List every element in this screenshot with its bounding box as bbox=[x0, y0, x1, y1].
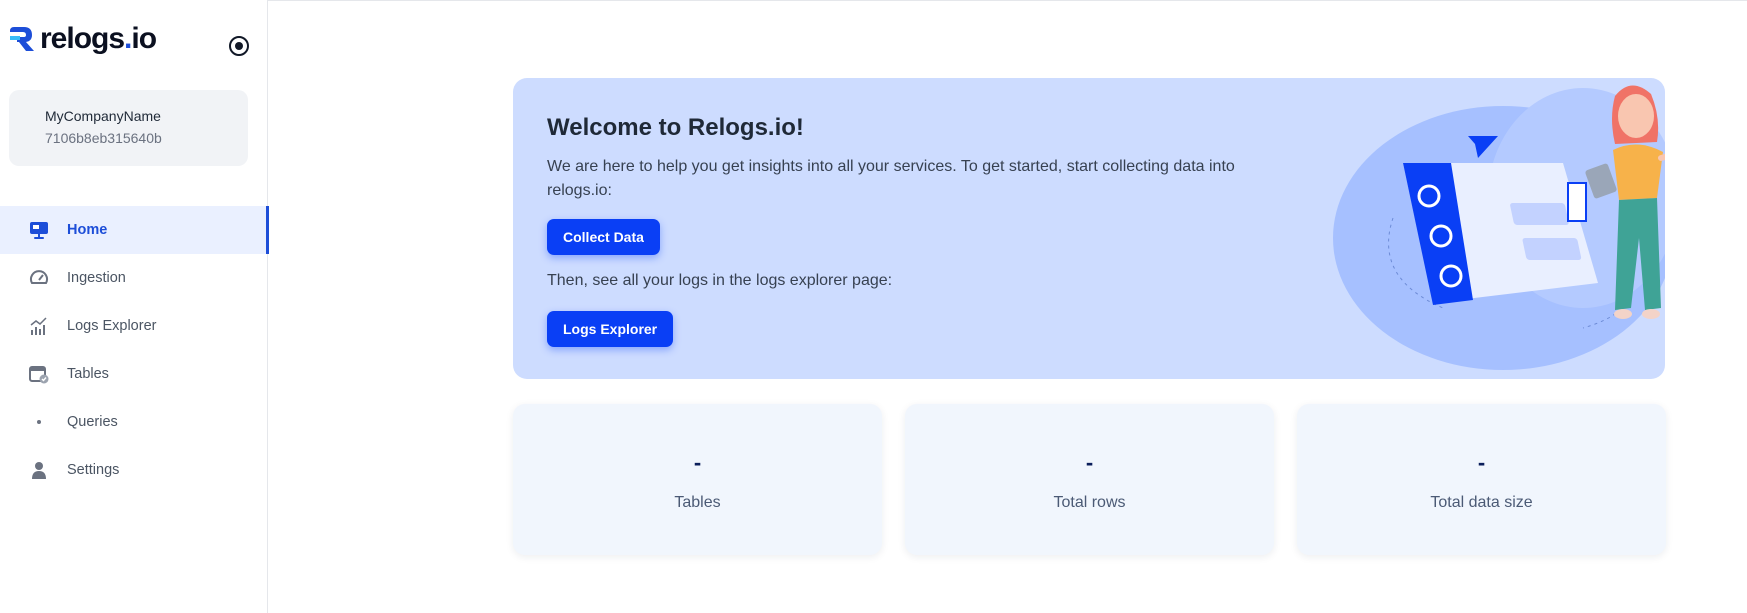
calendar-check-icon bbox=[28, 363, 50, 385]
sidebar: relogs.io MyCompanyName 7106b8eb315640b … bbox=[0, 0, 269, 613]
sidebar-item-label: Tables bbox=[67, 366, 109, 382]
welcome-banner: Welcome to Relogs.io! We are here to hel… bbox=[513, 78, 1665, 379]
chart-icon bbox=[28, 315, 50, 337]
monitor-icon bbox=[28, 219, 50, 241]
sidebar-item-label: Home bbox=[67, 222, 108, 238]
stat-label: Total rows bbox=[1053, 494, 1126, 511]
collect-data-button[interactable]: Collect Data bbox=[547, 219, 660, 255]
sidebar-item-label: Settings bbox=[67, 462, 120, 478]
stat-value: - bbox=[1085, 450, 1094, 475]
sidebar-item-queries[interactable]: Queries bbox=[0, 398, 268, 446]
theme-toggle-button[interactable] bbox=[229, 36, 249, 56]
sidebar-item-home[interactable]: Home bbox=[0, 206, 269, 254]
logs-explorer-button[interactable]: Logs Explorer bbox=[547, 311, 674, 347]
gauge-icon bbox=[28, 267, 50, 289]
welcome-intro-text: We are here to help you get insights int… bbox=[547, 158, 1235, 199]
logs-explorer-hint: Then, see all your logs in the logs expl… bbox=[547, 272, 893, 289]
account-card[interactable]: MyCompanyName 7106b8eb315640b bbox=[9, 90, 248, 166]
welcome-illustration bbox=[1333, 85, 1665, 370]
relogs-logo-icon bbox=[10, 27, 34, 51]
sidebar-nav: Home Ingestion Logs Explorer Tables Quer… bbox=[0, 206, 269, 494]
stat-card-total-rows: - Total rows bbox=[905, 404, 1274, 555]
stat-label: Total data size bbox=[1430, 494, 1533, 511]
sidebar-item-label: Queries bbox=[67, 414, 118, 430]
user-icon bbox=[28, 459, 50, 481]
welcome-title: Welcome to Relogs.io! bbox=[547, 114, 804, 141]
sidebar-item-tables[interactable]: Tables bbox=[0, 350, 268, 398]
account-id: 7106b8eb315640b bbox=[45, 130, 162, 146]
sidebar-item-label: Logs Explorer bbox=[67, 318, 157, 334]
brand-name-part2: io bbox=[131, 22, 157, 55]
sidebar-item-label: Ingestion bbox=[67, 270, 126, 286]
brand-name-part1: relogs bbox=[40, 22, 125, 55]
stat-value: - bbox=[693, 450, 702, 475]
sidebar-item-logs-explorer[interactable]: Logs Explorer bbox=[0, 302, 268, 350]
stat-value: - bbox=[1477, 450, 1486, 475]
stat-card-total-data-size: - Total data size bbox=[1297, 404, 1666, 555]
brand-logo[interactable]: relogs.io bbox=[8, 22, 157, 56]
stat-label: Tables bbox=[674, 494, 721, 511]
stat-card-tables: - Tables bbox=[513, 404, 882, 555]
dot-icon bbox=[28, 411, 50, 433]
sidebar-item-settings[interactable]: Settings bbox=[0, 446, 268, 494]
account-name: MyCompanyName bbox=[45, 108, 161, 124]
sidebar-item-ingestion[interactable]: Ingestion bbox=[0, 254, 268, 302]
